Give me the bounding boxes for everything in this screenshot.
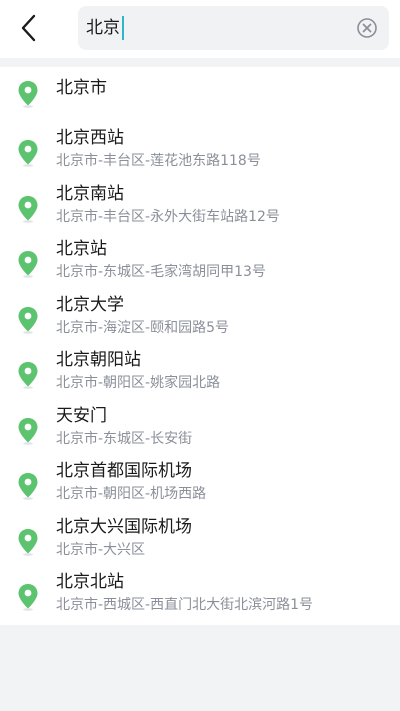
location-pin-icon	[18, 307, 38, 334]
header-divider	[0, 58, 400, 67]
search-field[interactable]: 北京	[78, 6, 389, 50]
location-pin-icon	[18, 529, 38, 556]
location-pin-icon	[18, 473, 38, 500]
search-result-item[interactable]: 北京北站北京市-西城区-西直门北大街北滨河路1号	[0, 566, 400, 621]
search-result-item[interactable]: 北京朝阳站北京市-朝阳区-姚家园北路	[0, 344, 400, 399]
result-address: 北京市-朝阳区-姚家园北路	[56, 375, 221, 391]
result-address: 北京市-东城区-毛家湾胡同甲13号	[56, 264, 266, 280]
result-name: 北京朝阳站	[56, 350, 141, 370]
result-name: 天安门	[56, 406, 107, 426]
result-name: 北京大学	[56, 295, 124, 315]
location-pin-icon	[18, 251, 38, 278]
result-address: 北京市-朝阳区-机场西路	[56, 486, 207, 502]
back-button[interactable]	[12, 10, 46, 46]
location-pin-icon	[18, 362, 38, 389]
result-address: 北京市-丰台区-莲花池东路118号	[56, 153, 261, 169]
clear-search-button[interactable]	[357, 18, 377, 38]
search-input[interactable]: 北京	[86, 17, 120, 39]
result-name: 北京南站	[56, 184, 124, 204]
result-address: 北京市-大兴区	[56, 542, 146, 558]
location-pin-icon	[18, 196, 38, 223]
result-name: 北京站	[56, 239, 107, 259]
text-caret	[122, 16, 124, 40]
search-result-item[interactable]: 北京站北京市-东城区-毛家湾胡同甲13号	[0, 233, 400, 288]
result-address: 北京市-西城区-西直门北大街北滨河路1号	[56, 597, 314, 613]
result-name: 北京大兴国际机场	[56, 517, 192, 537]
result-address: 北京市-海淀区-颐和园路5号	[56, 320, 230, 336]
result-name: 北京市	[56, 78, 107, 98]
search-result-item[interactable]: 北京大兴国际机场北京市-大兴区	[0, 511, 400, 566]
result-name: 北京西站	[56, 128, 124, 148]
chevron-left-icon	[21, 14, 36, 42]
location-pin-icon	[18, 81, 38, 108]
search-results-list: 北京市北京西站北京市-丰台区-莲花池东路118号北京南站北京市-丰台区-永外大街…	[0, 67, 400, 625]
result-address: 北京市-东城区-长安街	[56, 431, 193, 447]
result-address: 北京市-丰台区-永外大街车站路12号	[56, 209, 280, 225]
location-pin-icon	[18, 584, 38, 611]
search-result-item[interactable]: 北京大学北京市-海淀区-颐和园路5号	[0, 289, 400, 344]
search-result-item[interactable]: 天安门北京市-东城区-长安街	[0, 400, 400, 455]
search-result-item[interactable]: 北京市	[0, 67, 400, 122]
search-result-item[interactable]: 北京首都国际机场北京市-朝阳区-机场西路	[0, 455, 400, 510]
top-bar: 北京	[0, 0, 400, 58]
location-pin-icon	[18, 418, 38, 445]
search-result-item[interactable]: 北京西站北京市-丰台区-莲花池东路118号	[0, 122, 400, 177]
result-name: 北京北站	[56, 572, 124, 592]
clear-circle-icon	[357, 18, 377, 38]
search-result-item[interactable]: 北京南站北京市-丰台区-永外大街车站路12号	[0, 178, 400, 233]
location-pin-icon	[18, 140, 38, 167]
result-name: 北京首都国际机场	[56, 461, 192, 481]
